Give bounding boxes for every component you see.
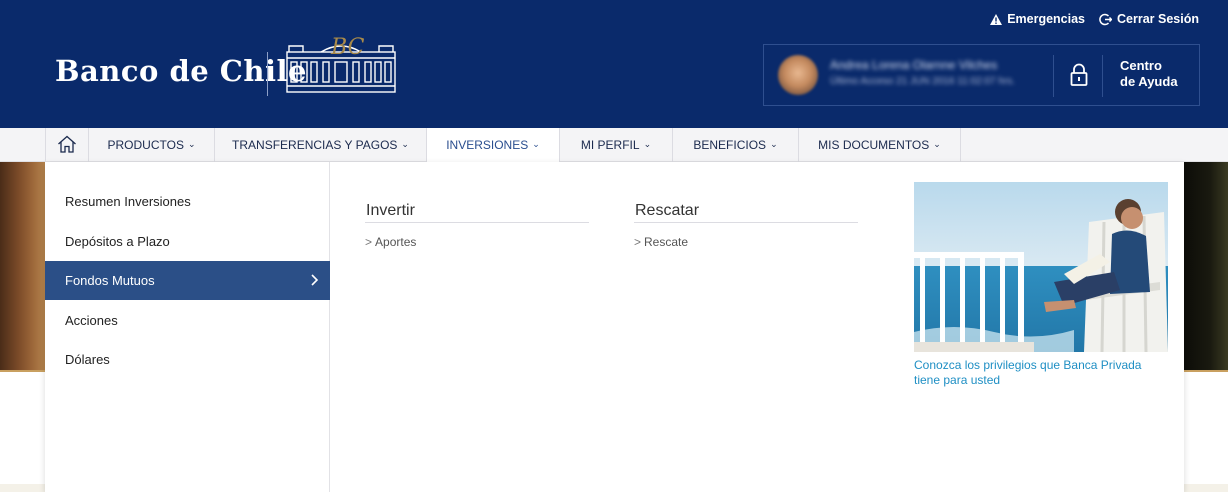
site-header: Banco de Chile BC Emergencias Cerrar Ses…	[0, 0, 1228, 128]
promo-text-1: Conozca los privilegios que Banca Privad…	[914, 358, 1142, 372]
bank-emblem-logo: BC	[283, 34, 399, 101]
background-banner-right	[1184, 162, 1228, 370]
submenu-item-fondos-mutuos[interactable]: Fondos Mutuos	[45, 261, 330, 300]
main-nav: PRODUCTOS ⌄ TRANSFERENCIAS Y PAGOS ⌄ INVER…	[0, 128, 1228, 162]
user-panel-divider	[1053, 55, 1054, 97]
chevron-right-icon	[310, 272, 320, 291]
banner-rule-left	[0, 370, 45, 372]
rescate-label: Rescate	[644, 235, 689, 249]
submenu-label: Fondos Mutuos	[65, 273, 155, 288]
column-rescatar: Rescatar > Rescate	[634, 202, 858, 249]
chevron-down-icon: ⌄	[933, 138, 941, 149]
promo-text-2: tiene para usted	[914, 373, 1001, 387]
nav-inversiones-label: INVERSIONES	[446, 138, 529, 152]
top-links: Emergencias Cerrar Sesión	[990, 12, 1199, 26]
lock-icon[interactable]	[1070, 63, 1088, 92]
nav-mis-documentos[interactable]: MIS DOCUMENTOS ⌄	[799, 128, 961, 162]
submenu-item-depositos[interactable]: Depósitos a Plazo	[45, 222, 330, 261]
help-divider	[1102, 55, 1103, 97]
nav-mi-perfil[interactable]: MI PERFIL ⌄	[560, 128, 673, 162]
promo-banca-privada: Conozca los privilegios que Banca Privad…	[914, 182, 1168, 388]
nav-mi-perfil-label: MI PERFIL	[580, 138, 640, 152]
logo-divider	[267, 52, 268, 96]
chevron-down-icon: ⌄	[643, 138, 652, 149]
nav-beneficios-label: BENEFICIOS	[693, 138, 767, 152]
column-title: Invertir	[365, 202, 589, 223]
background-banner-left	[0, 162, 45, 370]
nav-transferencias-label: TRANSFERENCIAS Y PAGOS	[232, 138, 398, 152]
nav-productos[interactable]: PRODUCTOS ⌄	[89, 128, 215, 162]
logout-link[interactable]: Cerrar Sesión	[1099, 12, 1199, 26]
submenu-item-resumen[interactable]: Resumen Inversiones	[45, 182, 330, 221]
home-icon	[57, 135, 77, 156]
chevron-right-icon: >	[365, 235, 373, 249]
chevron-down-icon: ⌄	[401, 138, 409, 149]
column-invertir: Invertir > Aportes	[365, 202, 589, 249]
last-access: Último Acceso 21 JUN 2016 11:02:07 hrs.	[830, 76, 1015, 87]
aportes-link[interactable]: > Aportes	[365, 235, 589, 249]
user-name: Andrea Lorena Olarnne Vilches	[830, 58, 998, 72]
avatar[interactable]	[778, 55, 818, 95]
nav-productos-label: PRODUCTOS	[107, 138, 184, 152]
submenu-item-acciones[interactable]: Acciones	[45, 301, 330, 340]
user-panel: Andrea Lorena Olarnne Vilches Último Acc…	[763, 44, 1200, 106]
chevron-down-icon: ⌄	[532, 138, 540, 149]
inversiones-submenu: Resumen Inversiones Depósitos a Plazo Fo…	[45, 162, 330, 492]
rescate-link[interactable]: > Rescate	[634, 235, 858, 249]
help-center-link[interactable]: Centro de Ayuda	[1120, 58, 1178, 90]
promo-link[interactable]: Conozca los privilegios que Banca Privad…	[914, 358, 1168, 388]
logout-icon	[1099, 13, 1113, 26]
aportes-label: Aportes	[375, 235, 417, 249]
help-label-1: Centro	[1120, 58, 1162, 73]
help-label-2: de Ayuda	[1120, 74, 1178, 89]
logout-label: Cerrar Sesión	[1117, 12, 1199, 26]
chevron-down-icon: ⌄	[187, 138, 196, 149]
brand-logo[interactable]: Banco de Chile	[55, 54, 307, 88]
nav-beneficios[interactable]: BENEFICIOS ⌄	[673, 128, 799, 162]
nav-transferencias[interactable]: TRANSFERENCIAS Y PAGOS ⌄	[215, 128, 427, 162]
svg-text:BC: BC	[330, 35, 365, 60]
submenu-label: Resumen Inversiones	[65, 194, 191, 209]
submenu-label: Depósitos a Plazo	[65, 234, 170, 249]
column-title: Rescatar	[634, 202, 858, 223]
nav-inversiones[interactable]: INVERSIONES ⌄	[427, 128, 560, 162]
warning-icon	[990, 13, 1003, 25]
nav-home[interactable]	[45, 128, 89, 162]
banner-rule-right	[1184, 370, 1228, 372]
promo-image[interactable]	[914, 182, 1168, 352]
chevron-down-icon: ⌄	[770, 138, 778, 149]
emergencias-label: Emergencias	[1007, 12, 1086, 26]
emergencias-link[interactable]: Emergencias	[990, 12, 1085, 26]
inversiones-dropdown: Resumen Inversiones Depósitos a Plazo Fo…	[45, 162, 1184, 492]
submenu-item-dolares[interactable]: Dólares	[45, 340, 330, 379]
submenu-label: Acciones	[65, 313, 118, 328]
nav-mis-documentos-label: MIS DOCUMENTOS	[818, 138, 930, 152]
chevron-right-icon: >	[634, 235, 642, 249]
submenu-label: Dólares	[65, 352, 110, 367]
